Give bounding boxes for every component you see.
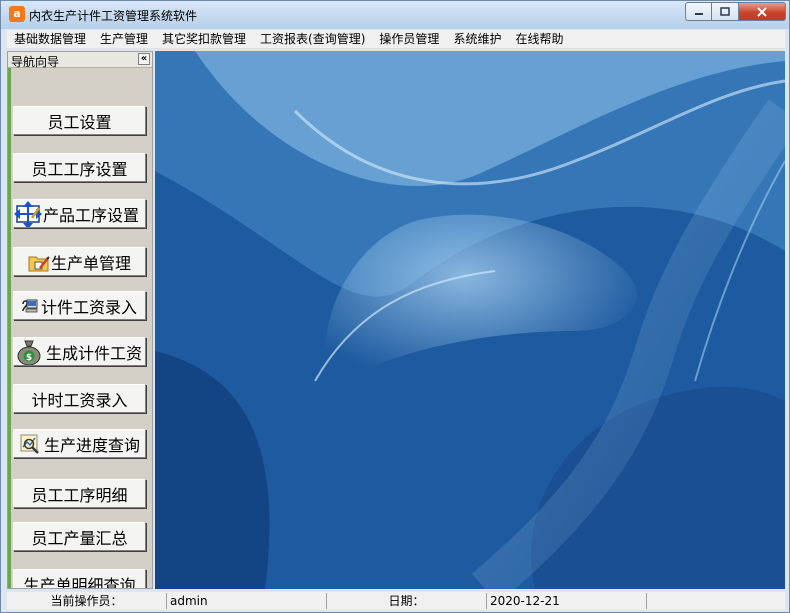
- nav-button-label: 生产单明细查询: [23, 575, 136, 589]
- nav-button-production-progress-query[interactable]: 生产进度查询: [13, 429, 146, 458]
- nav-button-piece-wage-entry[interactable]: 计件工资录入: [13, 291, 146, 320]
- nav-button-label: 员工产量汇总: [31, 528, 128, 548]
- status-spacer: [647, 593, 785, 609]
- nav-button-production-order-detail-query[interactable]: 生产单明细查询: [13, 569, 146, 589]
- operator-value: admin: [167, 593, 327, 609]
- maximize-icon: [720, 7, 730, 16]
- minimize-button[interactable]: [685, 2, 712, 21]
- desktop-background: [155, 51, 785, 589]
- nav-button-production-order-management[interactable]: 生产单管理: [13, 247, 146, 276]
- operator-label: 当前操作员：: [7, 593, 167, 609]
- nav-button-label: 计件工资录入: [40, 297, 137, 317]
- nav-accent-strip: [8, 68, 11, 588]
- nav-button-employee-settings[interactable]: 员工设置: [13, 106, 146, 135]
- nav-button-employee-process-settings[interactable]: 员工工序设置: [13, 153, 146, 182]
- computer-icon: [22, 298, 38, 314]
- menu-bar: 基础数据管理 生产管理 其它奖扣款管理 工资报表(查询管理) 操作员管理 系统维…: [7, 30, 785, 49]
- nav-button-generate-piece-wages[interactable]: $ 生成计件工资: [13, 337, 146, 366]
- menu-online-help[interactable]: 在线帮助: [508, 30, 570, 49]
- nav-button-employee-process-details[interactable]: 员工工序明细: [13, 479, 146, 508]
- move-arrows-icon: [14, 200, 42, 227]
- minimize-icon: [694, 12, 703, 15]
- nav-button-label: 员工设置: [47, 112, 112, 132]
- collapse-nav-button[interactable]: «: [138, 53, 150, 65]
- nav-button-hourly-wage-entry[interactable]: 计时工资录入: [13, 384, 146, 413]
- window-controls: [685, 2, 786, 22]
- chart-search-icon: [19, 433, 41, 455]
- menu-basic-data[interactable]: 基础数据管理: [7, 30, 93, 49]
- desktop-wallpaper: [155, 51, 785, 589]
- app-window: a 内衣生产计件工资管理系统软件 基础数据管理 生产管理 其它奖扣款管理 工资报…: [0, 0, 790, 613]
- nav-button-label: 生产单管理: [50, 253, 131, 273]
- nav-button-product-process-settings[interactable]: 产品工序设置: [13, 199, 146, 228]
- window-title: 内衣生产计件工资管理系统软件: [29, 9, 198, 23]
- nav-button-label: 员工工序设置: [31, 159, 128, 179]
- title-bar[interactable]: a 内衣生产计件工资管理系统软件: [1, 1, 789, 29]
- date-value: 2020-12-21: [487, 593, 647, 609]
- nav-button-label: 计时工资录入: [31, 390, 128, 410]
- menu-wage-reports[interactable]: 工资报表(查询管理): [253, 30, 372, 49]
- close-icon: [757, 6, 767, 17]
- maximize-button[interactable]: [712, 2, 739, 21]
- menu-production[interactable]: 生产管理: [93, 30, 155, 49]
- nav-button-employee-output-summary[interactable]: 员工产量汇总: [13, 522, 146, 551]
- nav-button-label: 员工工序明细: [31, 485, 128, 505]
- nav-button-label: 产品工序设置: [43, 205, 140, 225]
- close-button[interactable]: [739, 2, 786, 21]
- date-label: 日期：: [327, 593, 487, 609]
- navigation-panel: 导航向导 « 员工设置 员工工序设置 产品工序设置 生产单管理 计件工资录入 $…: [7, 51, 153, 589]
- nav-header: 导航向导 «: [8, 52, 152, 69]
- menu-system-maintenance[interactable]: 系统维护: [446, 30, 508, 49]
- menu-bonus-deduction[interactable]: 其它奖扣款管理: [155, 30, 253, 49]
- status-bar: 当前操作员： admin 日期： 2020-12-21: [7, 592, 785, 610]
- svg-text:$: $: [26, 353, 32, 363]
- folder-edit-icon: [28, 253, 50, 271]
- nav-button-label: 生成计件工资: [46, 343, 143, 363]
- menu-operators[interactable]: 操作员管理: [372, 30, 446, 49]
- app-icon[interactable]: a: [9, 6, 25, 22]
- money-bag-icon: $: [15, 338, 43, 365]
- nav-title: 导航向导: [11, 55, 60, 69]
- nav-button-label: 生产进度查询: [43, 435, 140, 455]
